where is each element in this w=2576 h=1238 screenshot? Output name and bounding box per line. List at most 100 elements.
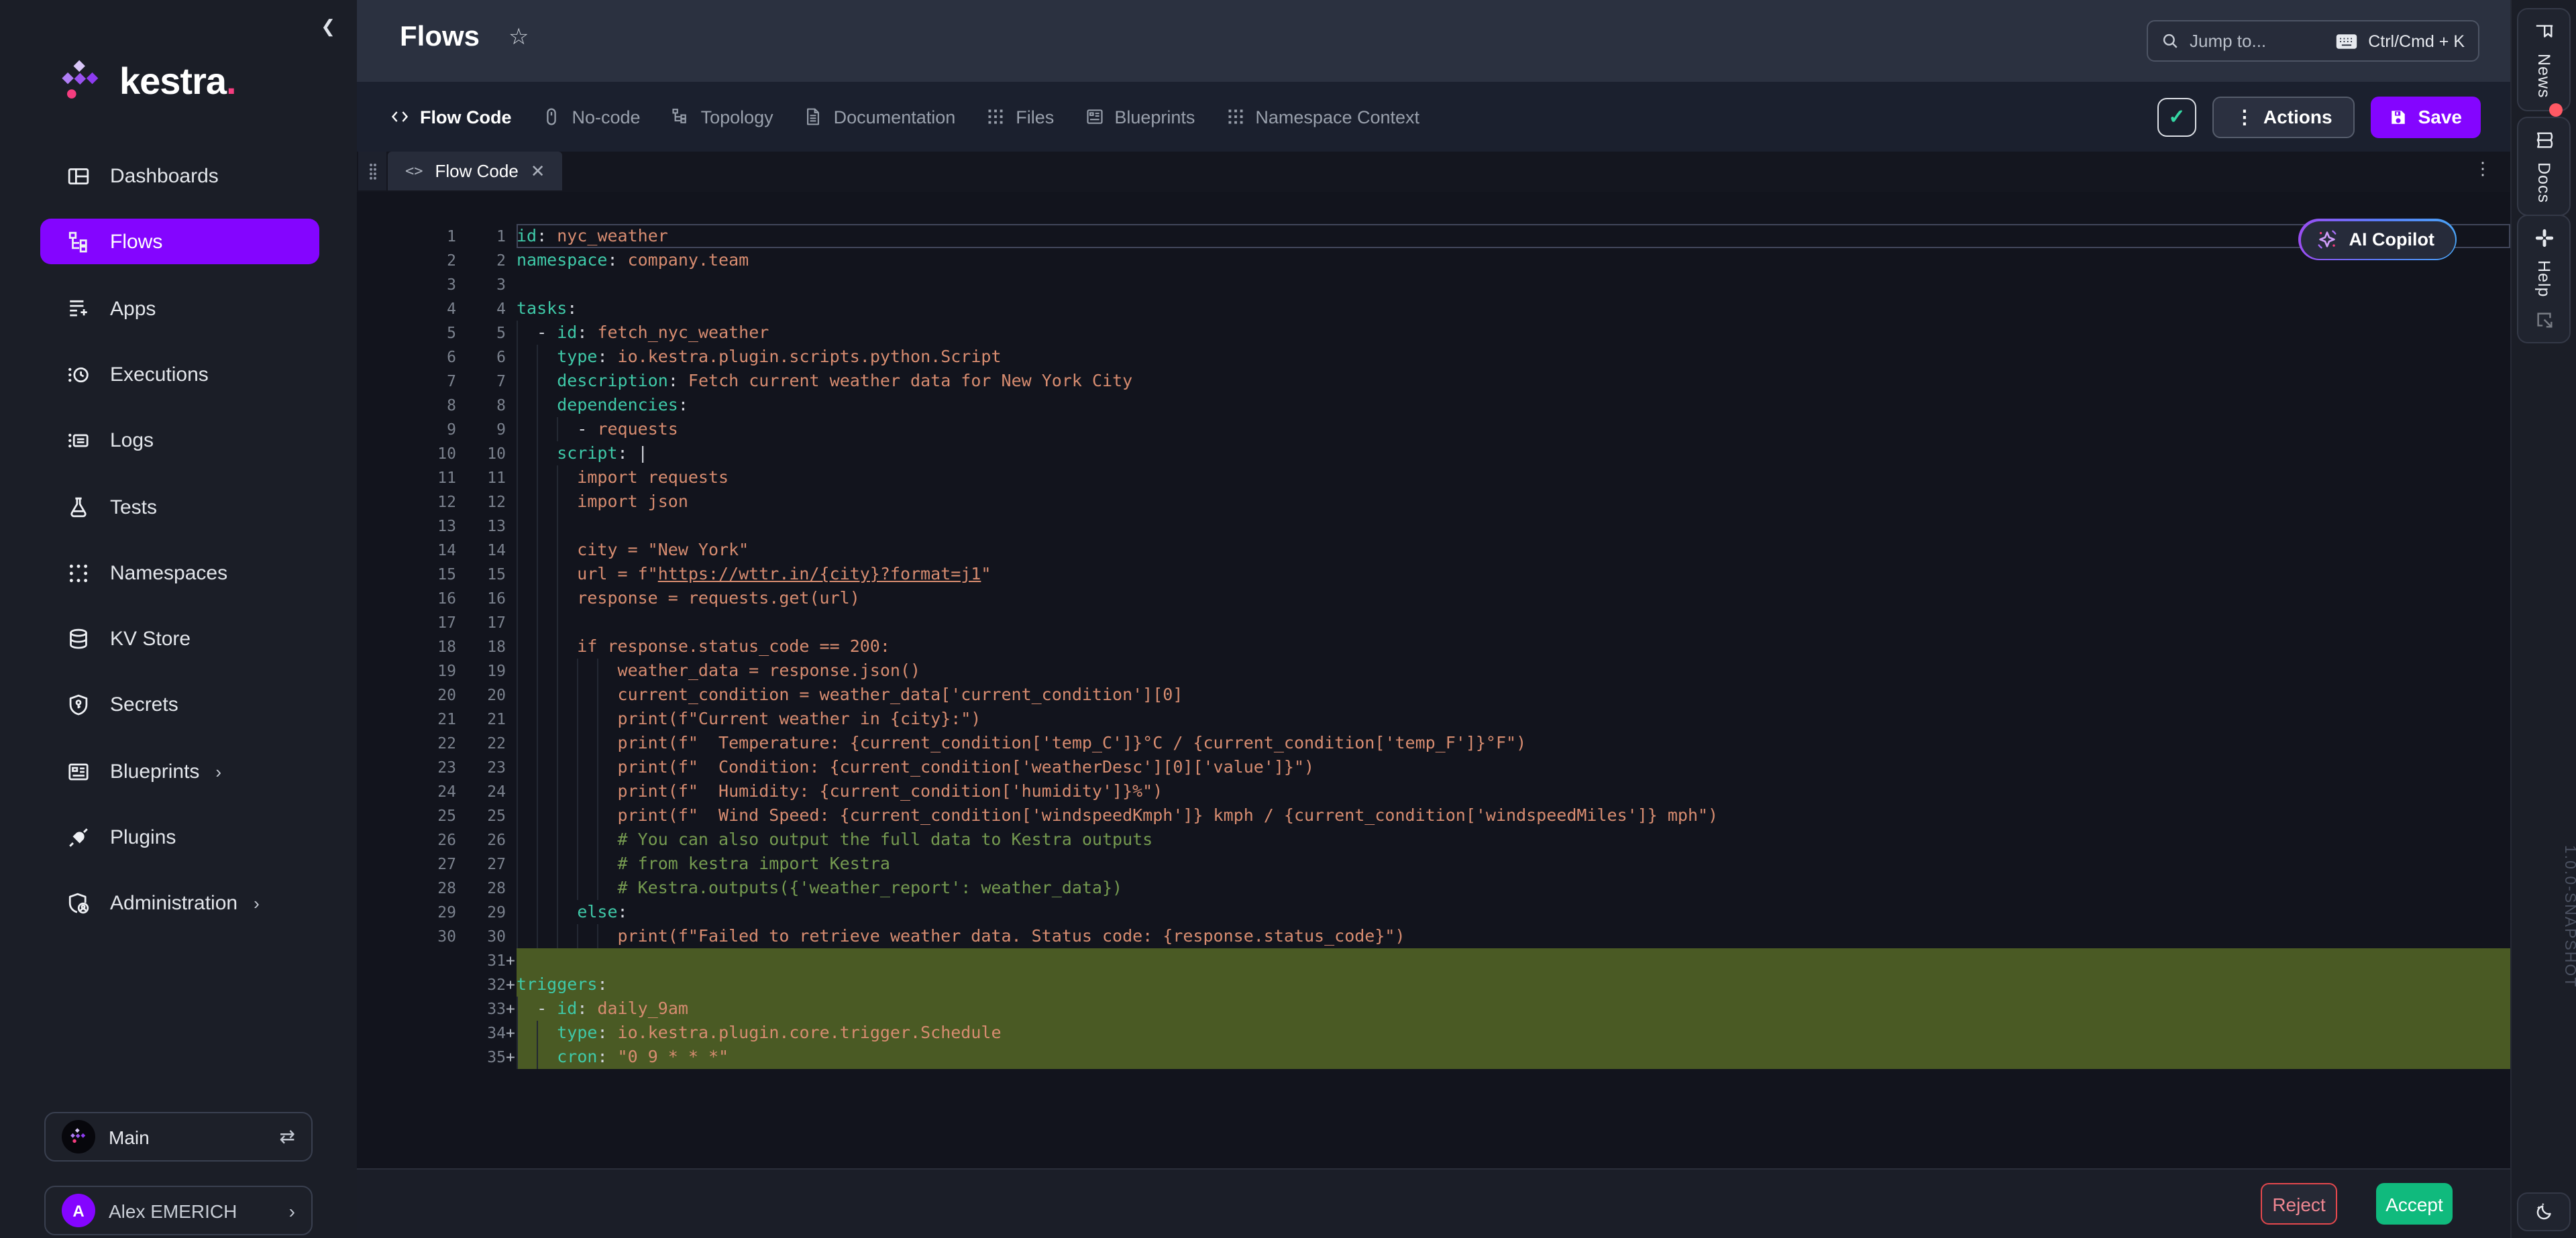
tenant-switch-icon[interactable]: ⇄	[280, 1125, 295, 1148]
tab-topology[interactable]: Topology	[672, 107, 773, 127]
reject-button[interactable]: Reject	[2261, 1183, 2337, 1225]
tab-blueprints[interactable]: Blueprints	[1085, 107, 1195, 127]
code-line-26[interactable]: 2626 # You can also output the full data…	[357, 828, 2510, 852]
sidebar-item-dashboards[interactable]: Dashboards	[40, 153, 319, 199]
rail-tab-docs[interactable]: Docs	[2517, 117, 2571, 217]
code-line-14[interactable]: 1414 city = "New York"	[357, 538, 2510, 562]
line-text: response = requests.get(url)	[517, 586, 2510, 610]
code-line-22[interactable]: 2222 print(f" Temperature: {current_cond…	[357, 731, 2510, 755]
sidebar-item-blueprints[interactable]: Blueprints›	[40, 748, 319, 794]
code-line-7[interactable]: 77 description: Fetch current weather da…	[357, 369, 2510, 393]
code-line-2[interactable]: 22namespace: company.team	[357, 248, 2510, 272]
tab-namespace-context[interactable]: Namespace Context	[1226, 107, 1419, 127]
line-text: type: io.kestra.plugin.scripts.python.Sc…	[517, 345, 2510, 369]
code-line-15[interactable]: 1515 url = f"https://wttr.in/{city}?form…	[357, 562, 2510, 586]
drag-handle[interactable]	[358, 152, 386, 190]
code-editor[interactable]: 11id: nyc_weather22namespace: company.te…	[357, 192, 2510, 1168]
line-number-original: 21	[357, 707, 456, 731]
sidebar-item-kv-store[interactable]: KV Store	[40, 616, 319, 661]
diff-footer: Reject Accept	[357, 1168, 2510, 1238]
rail-tab-news[interactable]: News	[2517, 8, 2571, 112]
code-line-1[interactable]: 11id: nyc_weather	[357, 224, 2510, 248]
diff-add-marker	[506, 465, 517, 490]
sidebar-item-label: Namespaces	[110, 561, 227, 584]
code-line-21[interactable]: 2121 print(f"Current weather in {city}:"…	[357, 707, 2510, 731]
code-line-4[interactable]: 44tasks:	[357, 296, 2510, 321]
line-number-original	[357, 1021, 456, 1045]
line-text: # You can also output the full data to K…	[517, 828, 2510, 852]
code-line-11[interactable]: 1111 import requests	[357, 465, 2510, 490]
editor-tab-label: Flow Code	[435, 161, 519, 181]
code-line-25[interactable]: 2525 print(f" Wind Speed: {current_condi…	[357, 803, 2510, 828]
code-line-20[interactable]: 2020 current_condition = weather_data['c…	[357, 683, 2510, 707]
line-number-modified: 28	[456, 876, 506, 900]
diff-add-marker	[506, 924, 517, 948]
actions-button[interactable]: ⋮Actions	[2212, 96, 2355, 137]
line-number-modified: 22	[456, 731, 506, 755]
sidebar-item-logs[interactable]: Logs	[40, 417, 319, 463]
sidebar-item-namespaces[interactable]: Namespaces	[40, 550, 319, 596]
tab-no-code[interactable]: No-code	[543, 107, 641, 127]
code-line-5[interactable]: 55 - id: fetch_nyc_weather	[357, 321, 2510, 345]
code-line-28[interactable]: 2828 # Kestra.outputs({'weather_report':…	[357, 876, 2510, 900]
code-line-30[interactable]: 3030 print(f"Failed to retrieve weather …	[357, 924, 2510, 948]
close-icon[interactable]: ✕	[531, 160, 545, 182]
tab-label: No-code	[572, 107, 641, 127]
tab-files[interactable]: Files	[986, 107, 1054, 127]
code-line-34[interactable]: 34+ type: io.kestra.plugin.core.trigger.…	[357, 1021, 2510, 1045]
code-line-27[interactable]: 2727 # from kestra import Kestra	[357, 852, 2510, 876]
namespaces-icon	[67, 561, 90, 584]
line-text: - id: fetch_nyc_weather	[517, 321, 2510, 345]
ai-copilot-button[interactable]: AI Copilot	[2299, 219, 2457, 260]
code-line-35[interactable]: 35+ cron: "0 9 * * *"	[357, 1045, 2510, 1069]
diff-add-marker	[506, 490, 517, 514]
rail-tab-help[interactable]: Help	[2517, 215, 2571, 343]
sidebar-item-apps[interactable]: Apps	[40, 286, 319, 331]
code-line-3[interactable]: 33	[357, 272, 2510, 296]
code-line-23[interactable]: 2323 print(f" Condition: {current_condit…	[357, 755, 2510, 779]
sidebar-item-plugins[interactable]: Plugins	[40, 814, 319, 860]
sidebar-collapse-icon[interactable]: ❮	[321, 16, 335, 38]
diff-add-marker: +	[506, 1021, 517, 1045]
code-line-32[interactable]: 32+triggers:	[357, 972, 2510, 997]
code-line-6[interactable]: 66 type: io.kestra.plugin.scripts.python…	[357, 345, 2510, 369]
tabstrip-kebab-icon[interactable]: ⋮	[2474, 158, 2491, 180]
favorite-star-icon[interactable]: ☆	[508, 24, 529, 51]
sidebar-item-tests[interactable]: Tests	[40, 484, 319, 530]
code-line-9[interactable]: 99 - requests	[357, 417, 2510, 441]
code-line-18[interactable]: 1818 if response.status_code == 200:	[357, 634, 2510, 659]
sidebar-item-executions[interactable]: Executions	[40, 351, 319, 397]
line-text: # Kestra.outputs({'weather_report': weat…	[517, 876, 2510, 900]
line-number-modified: 23	[456, 755, 506, 779]
validation-check-button[interactable]: ✓	[2157, 97, 2196, 136]
user-menu[interactable]: A Alex EMERICH ›	[44, 1186, 313, 1235]
theme-toggle-button[interactable]	[2517, 1192, 2571, 1231]
code-line-19[interactable]: 1919 weather_data = response.json()	[357, 659, 2510, 683]
code-line-31[interactable]: 31+	[357, 948, 2510, 972]
code-line-17[interactable]: 1717	[357, 610, 2510, 634]
code-line-33[interactable]: 33+ - id: daily_9am	[357, 997, 2510, 1021]
code-line-8[interactable]: 88 dependencies:	[357, 393, 2510, 417]
code-line-16[interactable]: 1616 response = requests.get(url)	[357, 586, 2510, 610]
sidebar-item-label: Secrets	[110, 693, 178, 716]
sidebar-item-administration[interactable]: Administration›	[40, 880, 319, 925]
code-line-29[interactable]: 2929 else:	[357, 900, 2510, 924]
diff-add-marker: +	[506, 948, 517, 972]
save-button[interactable]: Save	[2371, 96, 2481, 137]
line-text: import requests	[517, 465, 2510, 490]
accept-button[interactable]: Accept	[2376, 1183, 2453, 1225]
tab-flow-code[interactable]: Flow Code	[390, 107, 512, 127]
editor-tab-flow-code[interactable]: <> Flow Code ✕	[388, 152, 563, 190]
diff-add-marker	[506, 514, 517, 538]
tab-documentation[interactable]: Documentation	[804, 107, 956, 127]
line-number-modified: 5	[456, 321, 506, 345]
sidebar-item-flows[interactable]: Flows	[40, 219, 319, 264]
flag-icon	[2534, 21, 2554, 42]
sidebar-item-secrets[interactable]: Secrets	[40, 681, 319, 727]
tenant-selector[interactable]: Main ⇄	[44, 1112, 313, 1162]
code-line-24[interactable]: 2424 print(f" Humidity: {current_conditi…	[357, 779, 2510, 803]
search-input[interactable]: Jump to... Ctrl/Cmd + K	[2147, 20, 2479, 62]
code-line-10[interactable]: 1010 script: |	[357, 441, 2510, 465]
code-line-12[interactable]: 1212 import json	[357, 490, 2510, 514]
code-line-13[interactable]: 1313	[357, 514, 2510, 538]
